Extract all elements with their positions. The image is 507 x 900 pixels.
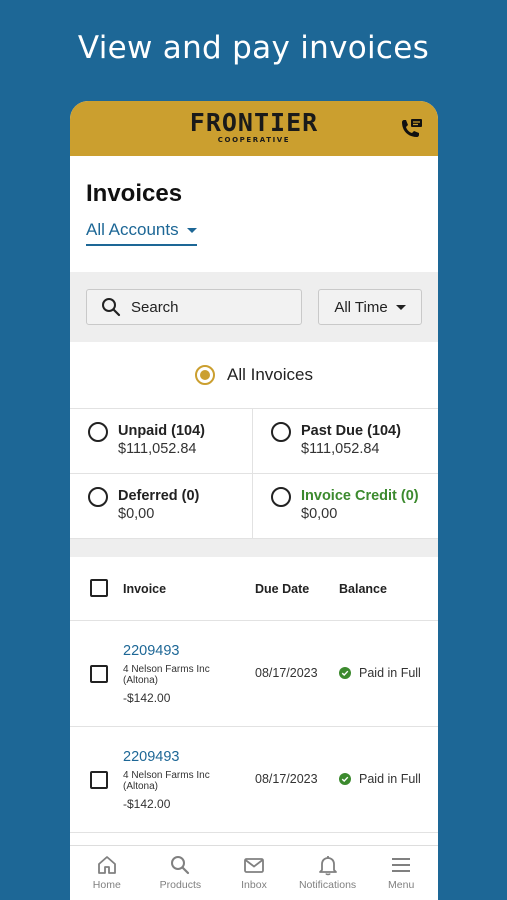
invoice-due-date: 08/17/2023 — [255, 666, 318, 680]
title-area: Invoices All Accounts — [70, 156, 438, 272]
row-checkbox[interactable] — [90, 665, 108, 683]
promo-headline: View and pay invoices — [77, 30, 430, 66]
nav-menu[interactable]: Menu — [364, 846, 438, 900]
invoice-customer: 4 Nelson Farms Inc (Altona) — [123, 770, 210, 792]
table-row[interactable]: 2209493 4 Nelson Farms Inc (Altona) -$14… — [70, 621, 438, 727]
search-placeholder: Search — [131, 298, 179, 316]
phone-message-icon[interactable] — [398, 117, 424, 141]
home-icon — [97, 856, 116, 874]
filter-amount: $0,00 — [301, 506, 338, 522]
invoice-number-link[interactable]: 2209493 — [123, 749, 179, 765]
check-circle-icon — [339, 773, 351, 785]
nav-label: Home — [92, 879, 121, 891]
account-selector[interactable]: All Accounts — [86, 220, 197, 246]
nav-home[interactable]: Home — [70, 846, 144, 900]
invoice-number-link[interactable]: 2209493 — [123, 643, 179, 659]
nav-label: Inbox — [241, 879, 267, 891]
status-label: Paid in Full — [359, 666, 421, 680]
frontier-logo: FRONTIER COOPERATIVE — [70, 110, 438, 145]
nav-notifications[interactable]: Notifications — [291, 846, 365, 900]
nav-products[interactable]: Products — [144, 846, 218, 900]
filter-bar: Search All Time — [70, 272, 438, 342]
radio-icon — [88, 487, 108, 507]
mail-icon — [244, 858, 264, 873]
invoice-filter-grid: Unpaid (104) $111,052.84 Past Due (104) … — [70, 408, 438, 539]
invoice-status: Paid in Full — [339, 772, 421, 786]
filter-invoice-credit[interactable]: Invoice Credit (0) $0,00 — [253, 474, 438, 539]
section-divider — [70, 539, 438, 557]
logo-wordmark: FRONTIER — [189, 108, 319, 137]
chevron-down-icon — [186, 227, 197, 233]
column-due-date[interactable]: Due Date — [255, 582, 309, 596]
radio-icon — [88, 422, 108, 442]
radio-icon — [271, 487, 291, 507]
app-header: FRONTIER COOPERATIVE — [70, 101, 438, 156]
account-selector-label: All Accounts — [86, 220, 179, 239]
search-icon — [102, 298, 121, 317]
all-invoices-option[interactable]: All Invoices — [70, 342, 438, 408]
bell-icon — [318, 856, 337, 876]
filter-unpaid[interactable]: Unpaid (104) $111,052.84 — [70, 409, 253, 474]
select-all-checkbox[interactable] — [90, 579, 108, 597]
page-title: Invoices — [86, 180, 183, 207]
check-circle-icon — [339, 667, 351, 679]
nav-inbox[interactable]: Inbox — [217, 846, 291, 900]
app-screen: FRONTIER COOPERATIVE Invoices All Accoun… — [70, 101, 438, 900]
radio-selected-icon — [195, 365, 215, 385]
search-input[interactable]: Search — [86, 289, 302, 325]
nav-label: Menu — [388, 879, 415, 891]
menu-icon — [392, 858, 411, 872]
time-range-label: All Time — [334, 298, 388, 316]
table-row[interactable]: 2209493 4 Nelson Farms Inc (Altona) -$14… — [70, 727, 438, 833]
search-icon — [171, 856, 190, 875]
logo-subtitle: COOPERATIVE — [217, 136, 291, 144]
filter-label: Deferred (0) — [118, 488, 200, 504]
invoice-due-date: 08/17/2023 — [255, 772, 318, 786]
filter-amount: $0,00 — [118, 506, 155, 522]
time-range-select[interactable]: All Time — [318, 289, 422, 325]
chevron-down-icon — [395, 304, 406, 310]
row-checkbox[interactable] — [90, 771, 108, 789]
filter-deferred[interactable]: Deferred (0) $0,00 — [70, 474, 253, 539]
nav-label: Notifications — [298, 879, 357, 891]
invoice-amount: -$142.00 — [123, 691, 171, 705]
radio-icon — [271, 422, 291, 442]
filter-label: Unpaid (104) — [118, 423, 206, 439]
invoice-status: Paid in Full — [339, 666, 421, 680]
nav-label: Products — [159, 879, 202, 891]
filter-amount: $111,052.84 — [118, 441, 197, 457]
filter-amount: $111,052.84 — [301, 441, 380, 457]
column-invoice[interactable]: Invoice — [123, 582, 166, 596]
status-label: Paid in Full — [359, 772, 421, 786]
invoice-customer: 4 Nelson Farms Inc (Altona) — [123, 664, 210, 686]
filter-label: Past Due (104) — [301, 423, 401, 439]
table-header: Invoice Due Date Balance — [70, 557, 438, 621]
column-balance[interactable]: Balance — [339, 582, 387, 596]
filter-label: Invoice Credit (0) — [301, 488, 419, 504]
bottom-navigation: Home Products Inbox Notifications Menu — [70, 845, 438, 900]
all-invoices-label: All Invoices — [227, 365, 313, 384]
filter-past-due[interactable]: Past Due (104) $111,052.84 — [253, 409, 438, 474]
invoice-amount: -$142.00 — [123, 797, 171, 811]
